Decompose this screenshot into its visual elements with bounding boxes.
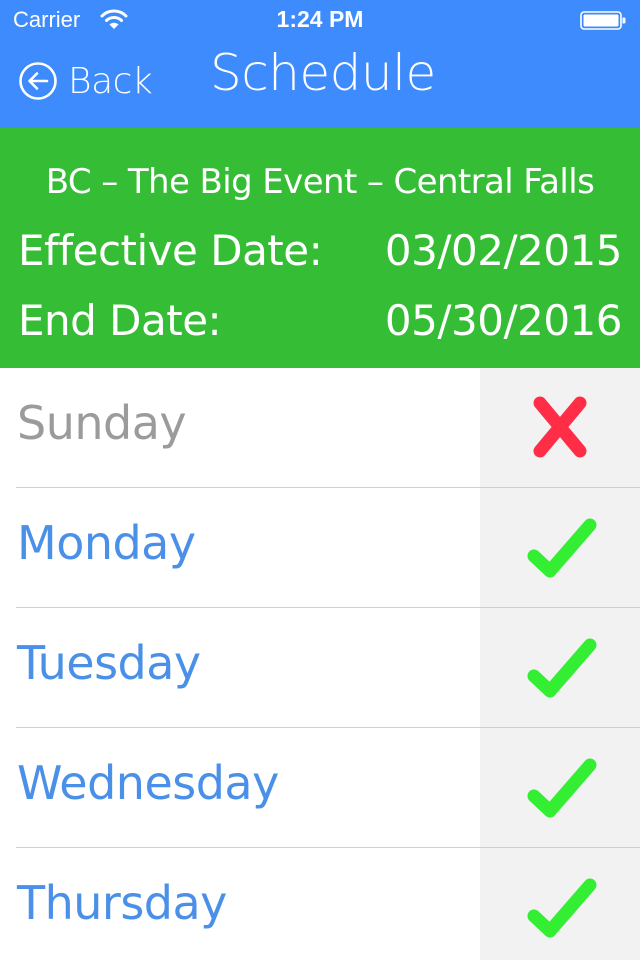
navigation-bar: Carrier 1:24 PM Back Schedule (0, 0, 640, 128)
day-row-sunday[interactable]: Sunday (0, 368, 640, 488)
schedule-info-panel: BC – The Big Event – Central Falls Effec… (0, 128, 640, 368)
day-row-monday[interactable]: Monday (0, 488, 640, 608)
end-date-row: End Date: 05/30/2016 (18, 296, 623, 345)
day-row-tuesday[interactable]: Tuesday (0, 608, 640, 728)
arrow-left-circle-icon (19, 62, 57, 100)
end-date-value: 05/30/2016 (384, 296, 623, 345)
page-title: Schedule (210, 44, 436, 102)
day-row-thursday[interactable]: Thursday (0, 848, 640, 960)
back-button[interactable]: Back (18, 58, 153, 104)
x-icon (520, 396, 600, 460)
checkmark-icon (520, 876, 600, 940)
day-label: Wednesday (17, 756, 279, 810)
event-name: BC – The Big Event – Central Falls (45, 162, 595, 202)
battery-full-icon (580, 11, 626, 30)
checkmark-icon (520, 636, 600, 700)
effective-date-label: Effective Date: (18, 226, 323, 275)
day-label: Sunday (17, 396, 187, 450)
checkmark-icon (520, 516, 600, 580)
day-label: Tuesday (17, 636, 201, 690)
checkmark-icon (520, 756, 600, 820)
days-list[interactable]: Sunday Monday Tuesday Wednesday Thursday (0, 368, 640, 960)
status-bar: Carrier 1:24 PM (0, 0, 640, 40)
day-label: Thursday (17, 876, 227, 930)
end-date-label: End Date: (18, 296, 222, 345)
day-row-wednesday[interactable]: Wednesday (0, 728, 640, 848)
clock: 1:24 PM (276, 6, 364, 32)
effective-date-row: Effective Date: 03/02/2015 (18, 226, 623, 275)
back-label: Back (68, 60, 153, 102)
effective-date-value: 03/02/2015 (384, 226, 623, 275)
day-label: Monday (17, 516, 196, 570)
